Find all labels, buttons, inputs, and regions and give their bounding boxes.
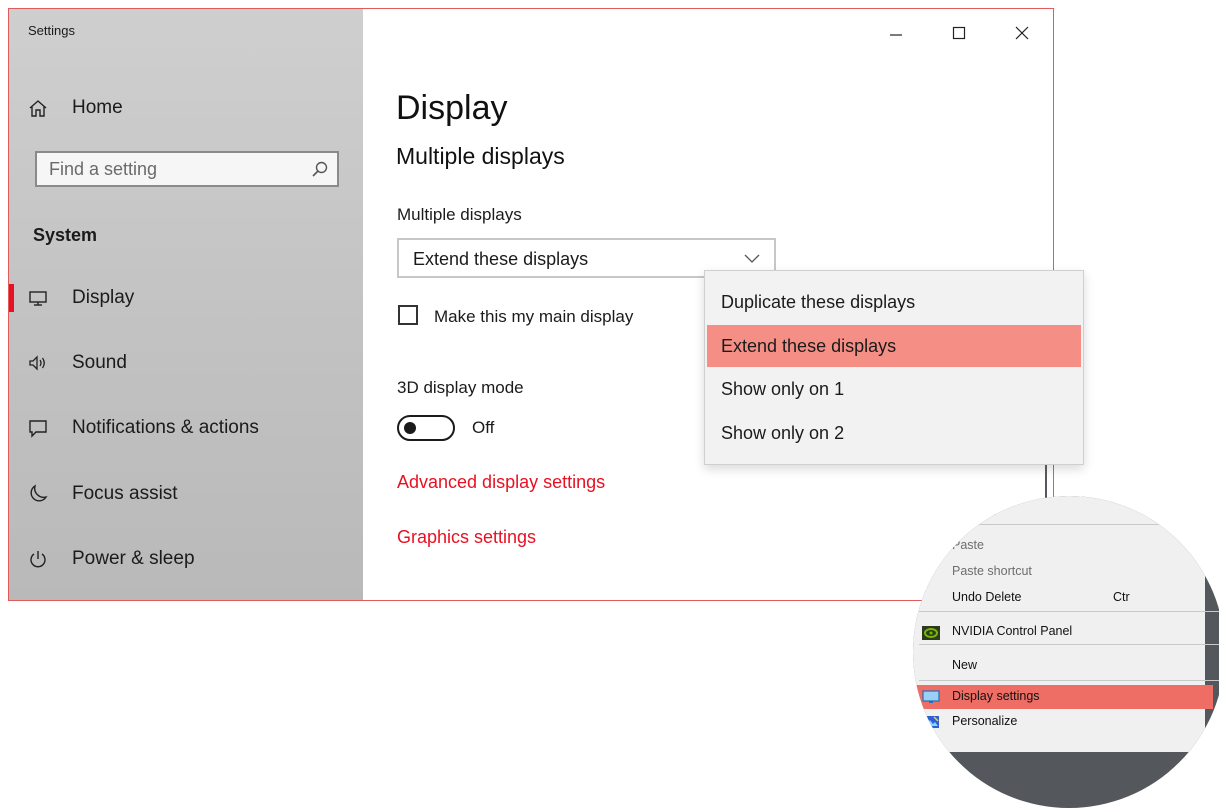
sidebar-item-label: Display	[72, 287, 135, 308]
main-display-checkbox[interactable]	[398, 305, 418, 325]
dropdown-option-duplicate[interactable]: Duplicate these displays	[707, 281, 1081, 323]
sidebar-item-label: Sound	[72, 352, 127, 373]
moon-icon	[30, 484, 48, 502]
context-item-paste[interactable]: Paste	[952, 538, 984, 552]
magnifier-callout: Refresh Paste Paste shortcut Undo Delete…	[913, 496, 1219, 808]
sidebar-item-notifications[interactable]: Notifications & actions	[9, 406, 363, 450]
main-display-checkbox-label[interactable]: Make this my main display	[434, 307, 633, 327]
3d-display-mode-toggle[interactable]	[397, 415, 455, 441]
search-icon[interactable]	[311, 160, 329, 178]
toggle-knob	[404, 422, 416, 434]
search-box[interactable]	[35, 151, 339, 187]
nvidia-icon	[922, 626, 940, 640]
toggle-state-label: Off	[472, 418, 495, 437]
dropdown-option-show-only-1[interactable]: Show only on 1	[707, 368, 1081, 410]
section-title: Multiple displays	[396, 143, 565, 169]
sidebar: Settings Home System Display	[9, 9, 363, 600]
graphics-settings-link[interactable]: Graphics settings	[397, 527, 536, 548]
context-item-paste-shortcut[interactable]: Paste shortcut	[952, 564, 1032, 578]
home-icon	[29, 100, 47, 117]
app-title: Settings	[28, 23, 75, 38]
sidebar-item-sound[interactable]: Sound	[9, 341, 363, 385]
monitor-icon	[29, 291, 47, 306]
context-separator	[919, 644, 1219, 645]
section-label-system: System	[33, 225, 98, 245]
search-input[interactable]	[37, 153, 321, 185]
speaker-icon	[29, 355, 45, 371]
context-item-nvidia-control-panel[interactable]: NVIDIA Control Panel	[952, 624, 1072, 638]
dropdown-option-extend[interactable]: Extend these displays	[707, 325, 1081, 367]
context-item-personalize[interactable]: Personalize	[952, 714, 1017, 728]
context-item-refresh[interactable]: Refresh	[952, 504, 996, 518]
personalize-icon	[923, 716, 939, 728]
sidebar-item-label: Focus assist	[72, 483, 178, 504]
3d-display-mode-label: 3D display mode	[397, 378, 524, 397]
sidebar-item-home[interactable]: Home	[9, 86, 363, 130]
sidebar-item-power-sleep[interactable]: Power & sleep	[9, 537, 363, 581]
display-settings-icon	[922, 690, 940, 703]
advanced-display-settings-link[interactable]: Advanced display settings	[397, 472, 605, 493]
desktop-context-menu: Refresh Paste Paste shortcut Undo Delete…	[913, 496, 1219, 752]
sidebar-item-focus-assist[interactable]: Focus assist	[9, 472, 363, 516]
sidebar-item-label: Power & sleep	[72, 548, 195, 569]
close-icon[interactable]	[1007, 21, 1037, 45]
sidebar-item-label: Notifications & actions	[72, 417, 259, 438]
dropdown-option-show-only-2[interactable]: Show only on 2	[707, 412, 1081, 454]
notification-icon	[29, 420, 47, 438]
context-item-new[interactable]: New	[952, 658, 977, 672]
context-item-shortcut: Ctr	[1113, 590, 1130, 604]
multiple-displays-label: Multiple displays	[397, 205, 522, 224]
context-separator	[919, 524, 1219, 525]
minimize-icon[interactable]	[881, 21, 911, 45]
context-separator	[919, 611, 1219, 612]
maximize-icon[interactable]	[944, 21, 974, 45]
multiple-displays-dropdown: Duplicate these displays Extend these di…	[704, 270, 1084, 465]
sidebar-item-label: Home	[72, 97, 123, 118]
context-item-display-settings[interactable]: Display settings	[952, 689, 1040, 703]
context-item-undo-delete[interactable]: Undo Delete	[952, 590, 1022, 604]
sidebar-item-display[interactable]: Display	[9, 276, 363, 320]
chevron-down-icon	[744, 254, 760, 263]
power-icon	[30, 551, 46, 568]
select-value: Extend these displays	[413, 249, 589, 269]
page-title: Display	[396, 89, 508, 127]
context-separator	[919, 680, 1219, 681]
